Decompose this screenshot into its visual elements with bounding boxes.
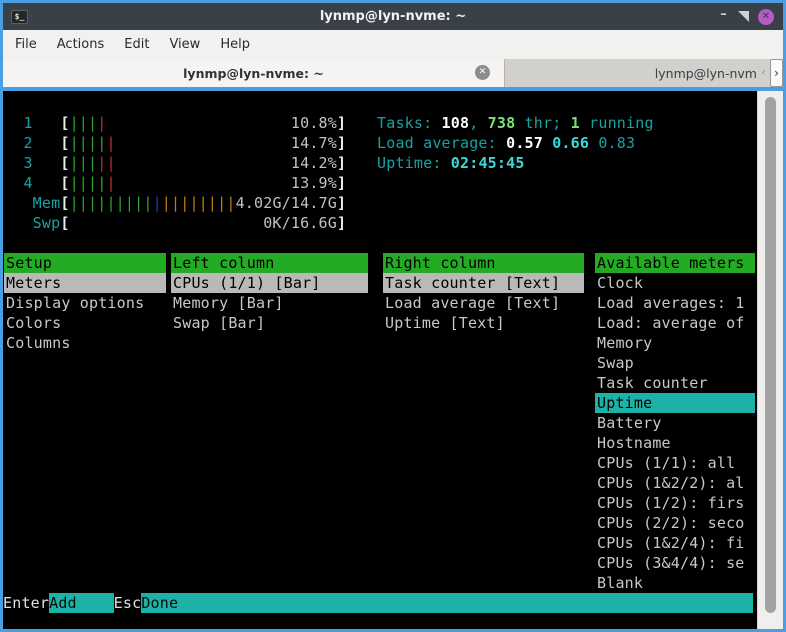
menu-item-help[interactable]: Help [210,30,260,59]
menu-item-view[interactable]: View [159,30,210,59]
panel-item[interactable]: CPUs (1&2/4): fi [595,533,755,553]
tab-close-icon[interactable]: ✕ [475,65,490,80]
tab-inactive-label: lynmp@lyn-nvm [655,66,757,81]
cpu1-meter: 1 [|||| 10.8%] [5,113,346,133]
htop-setup-screen[interactable]: 1 [|||| 10.8%] 2 [||||| 14.7%] 3 [||||| … [3,91,757,629]
cpu2-meter: 2 [||||| 14.7%] [5,133,346,153]
menu-item-file[interactable]: File [5,30,47,59]
panel-item[interactable]: Colors [4,313,166,333]
panel-header: Left column [171,253,368,273]
panel-item[interactable]: Meters [4,273,166,293]
panel-item[interactable]: Display options [4,293,166,313]
tab-scroll-right-icon[interactable]: › [770,59,783,87]
panel-item[interactable]: Blank [595,573,755,593]
panel-right-column: Right columnTask counter [Text]Load aver… [383,253,584,333]
maximize-button[interactable] [738,11,749,22]
panel-header: Right column [383,253,584,273]
tab-active[interactable]: lynmp@lyn-nvme: ~ ✕ [3,59,505,87]
panel-item[interactable]: CPUs (1&2/2): al [595,473,755,493]
tasks-line: Tasks: 108, 738 thr; 1 running [377,113,654,133]
tab-scroll-left-icon[interactable]: ‹ [757,59,770,87]
uptime-line: Uptime: 02:45:45 [377,153,525,173]
panel-item[interactable]: CPUs (1/2): firs [595,493,755,513]
tab-active-label: lynmp@lyn-nvme: ~ [183,66,324,81]
panel-item[interactable]: Load averages: 1 [595,293,755,313]
panel-item[interactable]: Uptime [Text] [383,313,584,333]
panel-item[interactable]: Hostname [595,433,755,453]
menu-item-actions[interactable]: Actions [47,30,115,59]
panel-item[interactable]: Swap [595,353,755,373]
panel-item[interactable]: Load average [Text] [383,293,584,313]
panel-item[interactable]: Battery [595,413,755,433]
tab-inactive[interactable]: lynmp@lyn-nvm [505,59,757,87]
panel-item[interactable]: Memory [Bar] [171,293,368,313]
mem-meter: Mem[||||||||||||||||||4.02G/14.7G] [5,193,346,213]
panel-available-meters: Available metersClockLoad averages: 1Loa… [595,253,755,593]
window-title: lynmp@lyn-nvme: ~ [3,3,783,30]
panel-item[interactable]: Task counter [Text] [383,273,584,293]
scrollbar-thumb[interactable] [765,97,776,613]
terminal-scrollbar[interactable] [757,91,783,629]
panel-item[interactable]: CPUs (1/1): all [595,453,755,473]
panel-item[interactable]: Swap [Bar] [171,313,368,333]
panel-item[interactable]: CPUs (1/1) [Bar] [171,273,368,293]
tab-bar: lynmp@lyn-nvme: ~ ✕ lynmp@lyn-nvm ‹ › [3,59,783,87]
panel-item[interactable]: Memory [595,333,755,353]
function-bar: EnterAdd EscDone [3,593,753,613]
title-bar[interactable]: $_ lynmp@lyn-nvme: ~ – ✕ [3,3,783,30]
function-key-enter[interactable]: Enter [3,593,49,613]
panel-left-column: Left columnCPUs (1/1) [Bar]Memory [Bar]S… [171,253,368,333]
cpu4-meter: 4 [||||| 13.9%] [5,173,346,193]
panel-item[interactable]: Load: average of [595,313,755,333]
panel-item[interactable]: Task counter [595,373,755,393]
swp-meter: Swp[ 0K/16.6G] [5,213,346,233]
panel-item[interactable]: CPUs (2/2): seco [595,513,755,533]
load-average-line: Load average: 0.57 0.66 0.83 [377,133,635,153]
panel-item[interactable]: CPUs (3&4/4): se [595,553,755,573]
panel-setup: SetupMetersDisplay optionsColorsColumns [4,253,166,353]
terminal-window: $_ lynmp@lyn-nvme: ~ – ✕ FileActionsEdit… [0,0,786,632]
cpu3-meter: 3 [||||| 14.2%] [5,153,346,173]
menu-bar: FileActionsEditViewHelp [3,30,783,59]
function-key-esc[interactable]: Esc [114,593,142,613]
function-label-done[interactable]: Done [141,593,753,613]
close-button[interactable]: ✕ [758,9,774,25]
panel-header: Setup [4,253,166,273]
panel-item[interactable]: Columns [4,333,166,353]
menu-item-edit[interactable]: Edit [114,30,159,59]
panel-item[interactable]: Uptime [595,393,755,413]
panel-header: Available meters [595,253,755,273]
panel-item[interactable]: Clock [595,273,755,293]
function-label-add[interactable]: Add [49,593,114,613]
minimize-button[interactable]: – [718,11,729,22]
